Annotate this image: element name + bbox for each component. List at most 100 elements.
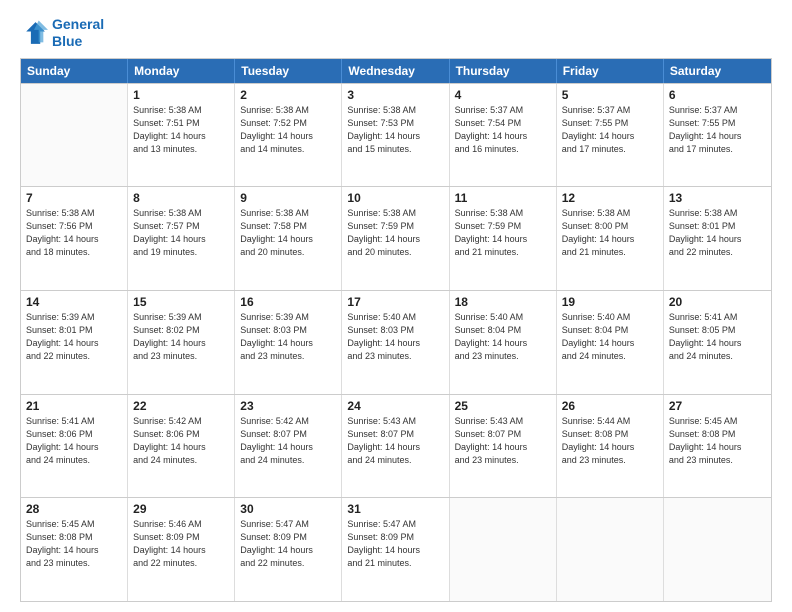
cal-cell <box>21 84 128 187</box>
day-info: Sunrise: 5:44 AM Sunset: 8:08 PM Dayligh… <box>562 415 658 467</box>
day-number: 13 <box>669 191 766 205</box>
cal-cell: 7 Sunrise: 5:38 AM Sunset: 7:56 PM Daylig… <box>21 187 128 290</box>
day-number: 1 <box>133 88 229 102</box>
day-number: 12 <box>562 191 658 205</box>
cal-cell: 15Sunrise: 5:39 AM Sunset: 8:02 PM Dayli… <box>128 291 235 394</box>
day-number: 4 <box>455 88 551 102</box>
logo-text: GeneralBlue <box>52 16 104 50</box>
day-number: 21 <box>26 399 122 413</box>
cal-cell: 13 Sunrise: 5:38 AM Sunset: 8:01 PM Dayli… <box>664 187 771 290</box>
cal-cell: 18 Sunrise: 5:40 AM Sunset: 8:04 PM Dayli… <box>450 291 557 394</box>
day-info: Sunrise: 5:38 AM Sunset: 7:59 PM Dayligh… <box>455 207 551 259</box>
day-info: Sunrise: 5:40 AM Sunset: 8:04 PM Dayligh… <box>455 311 551 363</box>
day-info: Sunrise: 5:38 AM Sunset: 7:56 PM Dayligh… <box>26 207 122 259</box>
day-number: 30 <box>240 502 336 516</box>
cal-cell: 5Sunrise: 5:37 AM Sunset: 7:55 PM Daylig… <box>557 84 664 187</box>
day-number: 29 <box>133 502 229 516</box>
cal-cell: 9 Sunrise: 5:38 AM Sunset: 7:58 PM Daylig… <box>235 187 342 290</box>
cal-cell: 28 Sunrise: 5:45 AM Sunset: 8:08 PM Dayli… <box>21 498 128 601</box>
day-number: 22 <box>133 399 229 413</box>
cal-cell: 11 Sunrise: 5:38 AM Sunset: 7:59 PM Dayli… <box>450 187 557 290</box>
day-number: 28 <box>26 502 122 516</box>
cal-week-4: 21 Sunrise: 5:41 AM Sunset: 8:06 PM Dayli… <box>21 394 771 498</box>
cal-cell: 8 Sunrise: 5:38 AM Sunset: 7:57 PM Daylig… <box>128 187 235 290</box>
cal-cell: 23 Sunrise: 5:42 AM Sunset: 8:07 PM Dayli… <box>235 395 342 498</box>
cal-cell: 31Sunrise: 5:47 AM Sunset: 8:09 PM Dayli… <box>342 498 449 601</box>
logo: GeneralBlue <box>20 16 104 50</box>
day-info: Sunrise: 5:43 AM Sunset: 8:07 PM Dayligh… <box>347 415 443 467</box>
cal-cell: 26 Sunrise: 5:44 AM Sunset: 8:08 PM Dayli… <box>557 395 664 498</box>
day-number: 18 <box>455 295 551 309</box>
cal-cell: 30 Sunrise: 5:47 AM Sunset: 8:09 PM Dayli… <box>235 498 342 601</box>
day-number: 23 <box>240 399 336 413</box>
day-info: Sunrise: 5:38 AM Sunset: 7:57 PM Dayligh… <box>133 207 229 259</box>
day-info: Sunrise: 5:38 AM Sunset: 7:59 PM Dayligh… <box>347 207 443 259</box>
cal-cell: 17 Sunrise: 5:40 AM Sunset: 8:03 PM Dayli… <box>342 291 449 394</box>
cal-week-5: 28 Sunrise: 5:45 AM Sunset: 8:08 PM Dayli… <box>21 497 771 601</box>
day-number: 3 <box>347 88 443 102</box>
day-info: Sunrise: 5:41 AM Sunset: 8:05 PM Dayligh… <box>669 311 766 363</box>
cal-cell: 16 Sunrise: 5:39 AM Sunset: 8:03 PM Dayli… <box>235 291 342 394</box>
day-info: Sunrise: 5:46 AM Sunset: 8:09 PM Dayligh… <box>133 518 229 570</box>
day-info: Sunrise: 5:40 AM Sunset: 8:03 PM Dayligh… <box>347 311 443 363</box>
day-info: Sunrise: 5:38 AM Sunset: 7:58 PM Dayligh… <box>240 207 336 259</box>
cal-cell: 6 Sunrise: 5:37 AM Sunset: 7:55 PM Daylig… <box>664 84 771 187</box>
day-info: Sunrise: 5:38 AM Sunset: 8:01 PM Dayligh… <box>669 207 766 259</box>
day-info: Sunrise: 5:43 AM Sunset: 8:07 PM Dayligh… <box>455 415 551 467</box>
cal-cell: 1 Sunrise: 5:38 AM Sunset: 7:51 PM Daylig… <box>128 84 235 187</box>
day-info: Sunrise: 5:37 AM Sunset: 7:54 PM Dayligh… <box>455 104 551 156</box>
cal-header-wednesday: Wednesday <box>342 59 449 83</box>
day-number: 17 <box>347 295 443 309</box>
cal-cell: 20 Sunrise: 5:41 AM Sunset: 8:05 PM Dayli… <box>664 291 771 394</box>
cal-cell: 19Sunrise: 5:40 AM Sunset: 8:04 PM Dayli… <box>557 291 664 394</box>
day-number: 2 <box>240 88 336 102</box>
day-info: Sunrise: 5:47 AM Sunset: 8:09 PM Dayligh… <box>240 518 336 570</box>
day-number: 26 <box>562 399 658 413</box>
cal-header-friday: Friday <box>557 59 664 83</box>
cal-header-sunday: Sunday <box>21 59 128 83</box>
cal-cell: 21 Sunrise: 5:41 AM Sunset: 8:06 PM Dayli… <box>21 395 128 498</box>
cal-cell: 29 Sunrise: 5:46 AM Sunset: 8:09 PM Dayli… <box>128 498 235 601</box>
day-info: Sunrise: 5:38 AM Sunset: 7:51 PM Dayligh… <box>133 104 229 156</box>
day-info: Sunrise: 5:37 AM Sunset: 7:55 PM Dayligh… <box>562 104 658 156</box>
calendar: SundayMondayTuesdayWednesdayThursdayFrid… <box>20 58 772 602</box>
day-number: 9 <box>240 191 336 205</box>
cal-cell <box>557 498 664 601</box>
day-info: Sunrise: 5:45 AM Sunset: 8:08 PM Dayligh… <box>669 415 766 467</box>
cal-header-tuesday: Tuesday <box>235 59 342 83</box>
header: GeneralBlue <box>20 16 772 50</box>
cal-cell: 12 Sunrise: 5:38 AM Sunset: 8:00 PM Dayli… <box>557 187 664 290</box>
cal-cell: 22Sunrise: 5:42 AM Sunset: 8:06 PM Dayli… <box>128 395 235 498</box>
calendar-header: SundayMondayTuesdayWednesdayThursdayFrid… <box>21 59 771 83</box>
cal-cell <box>664 498 771 601</box>
day-info: Sunrise: 5:41 AM Sunset: 8:06 PM Dayligh… <box>26 415 122 467</box>
day-info: Sunrise: 5:37 AM Sunset: 7:55 PM Dayligh… <box>669 104 766 156</box>
day-number: 10 <box>347 191 443 205</box>
day-number: 8 <box>133 191 229 205</box>
day-number: 11 <box>455 191 551 205</box>
cal-cell: 2Sunrise: 5:38 AM Sunset: 7:52 PM Daylig… <box>235 84 342 187</box>
cal-cell: 25Sunrise: 5:43 AM Sunset: 8:07 PM Dayli… <box>450 395 557 498</box>
day-number: 6 <box>669 88 766 102</box>
day-number: 27 <box>669 399 766 413</box>
day-info: Sunrise: 5:45 AM Sunset: 8:08 PM Dayligh… <box>26 518 122 570</box>
day-number: 7 <box>26 191 122 205</box>
day-info: Sunrise: 5:39 AM Sunset: 8:01 PM Dayligh… <box>26 311 122 363</box>
cal-cell <box>450 498 557 601</box>
cal-header-thursday: Thursday <box>450 59 557 83</box>
day-info: Sunrise: 5:42 AM Sunset: 8:07 PM Dayligh… <box>240 415 336 467</box>
cal-header-monday: Monday <box>128 59 235 83</box>
calendar-body: 1 Sunrise: 5:38 AM Sunset: 7:51 PM Daylig… <box>21 83 771 601</box>
day-number: 15 <box>133 295 229 309</box>
cal-cell: 27 Sunrise: 5:45 AM Sunset: 8:08 PM Dayli… <box>664 395 771 498</box>
cal-week-3: 14 Sunrise: 5:39 AM Sunset: 8:01 PM Dayli… <box>21 290 771 394</box>
day-number: 16 <box>240 295 336 309</box>
day-number: 20 <box>669 295 766 309</box>
day-info: Sunrise: 5:38 AM Sunset: 8:00 PM Dayligh… <box>562 207 658 259</box>
day-info: Sunrise: 5:38 AM Sunset: 7:53 PM Dayligh… <box>347 104 443 156</box>
cal-cell: 3 Sunrise: 5:38 AM Sunset: 7:53 PM Daylig… <box>342 84 449 187</box>
day-info: Sunrise: 5:39 AM Sunset: 8:03 PM Dayligh… <box>240 311 336 363</box>
page: GeneralBlue SundayMondayTuesdayWednesday… <box>0 0 792 612</box>
cal-cell: 24Sunrise: 5:43 AM Sunset: 8:07 PM Dayli… <box>342 395 449 498</box>
day-number: 14 <box>26 295 122 309</box>
